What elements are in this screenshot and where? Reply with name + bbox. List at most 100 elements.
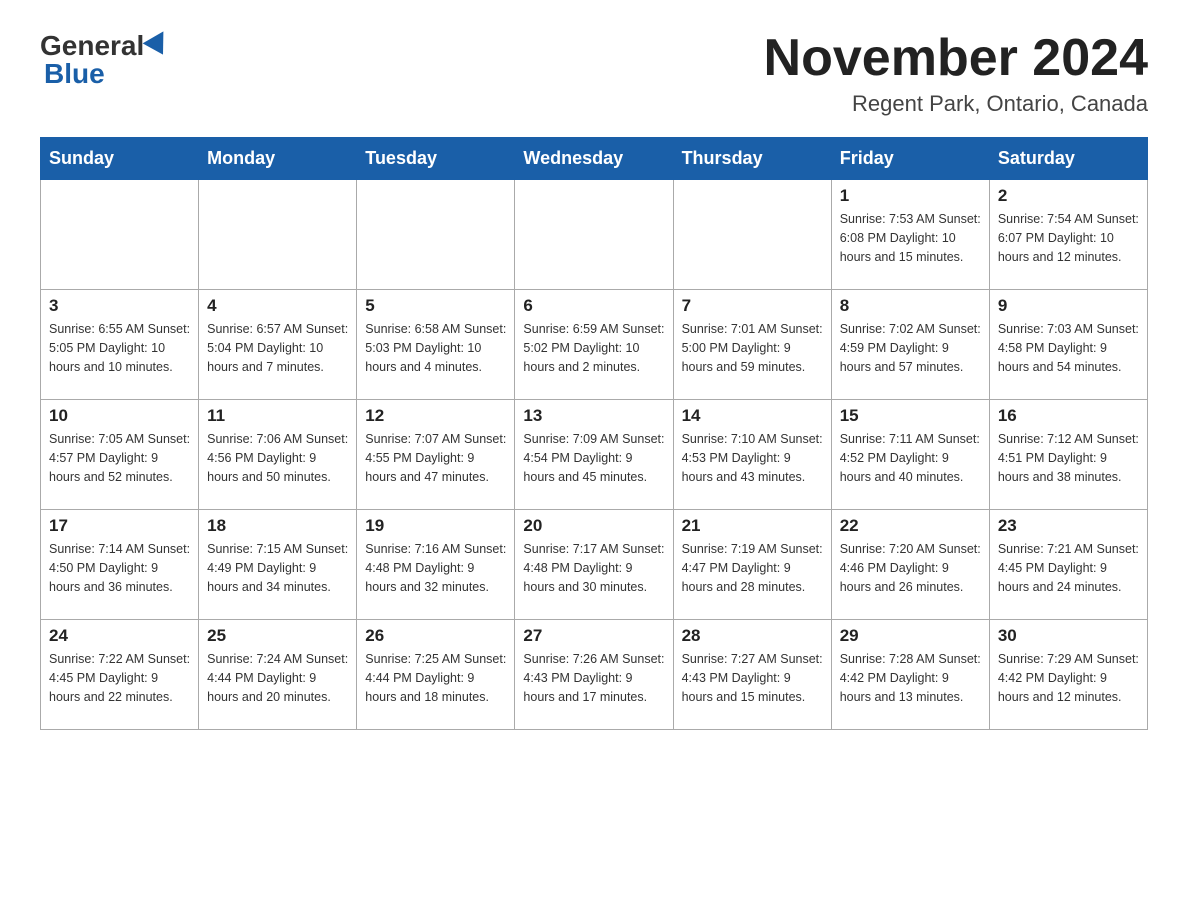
day-info: Sunrise: 7:28 AM Sunset: 4:42 PM Dayligh…: [840, 650, 981, 706]
day-number: 14: [682, 406, 823, 426]
day-number: 20: [523, 516, 664, 536]
day-info: Sunrise: 7:11 AM Sunset: 4:52 PM Dayligh…: [840, 430, 981, 486]
table-row: 28Sunrise: 7:27 AM Sunset: 4:43 PM Dayli…: [673, 620, 831, 730]
table-row: 6 Sunrise: 6:59 AM Sunset: 5:02 PM Daylig…: [515, 290, 673, 400]
table-row: 19 Sunrise: 7:16 AM Sunset: 4:48 PM Dayli…: [357, 510, 515, 620]
day-info: Sunrise: 7:22 AM Sunset: 4:45 PM Dayligh…: [49, 650, 190, 706]
table-row: 12 Sunrise: 7:07 AM Sunset: 4:55 PM Dayli…: [357, 400, 515, 510]
table-row: 29Sunrise: 7:28 AM Sunset: 4:42 PM Dayli…: [831, 620, 989, 730]
day-number: 24: [49, 626, 190, 646]
table-row: 3 Sunrise: 6:55 AM Sunset: 5:05 PM Daylig…: [41, 290, 199, 400]
day-info: Sunrise: 7:53 AM Sunset: 6:08 PM Dayligh…: [840, 210, 981, 266]
day-number: 30: [998, 626, 1139, 646]
table-row: 9 Sunrise: 7:03 AM Sunset: 4:58 PM Daylig…: [989, 290, 1147, 400]
table-row: 15 Sunrise: 7:11 AM Sunset: 4:52 PM Dayli…: [831, 400, 989, 510]
calendar-week-row: 3 Sunrise: 6:55 AM Sunset: 5:05 PM Daylig…: [41, 290, 1148, 400]
day-info: Sunrise: 7:12 AM Sunset: 4:51 PM Dayligh…: [998, 430, 1139, 486]
day-info: Sunrise: 6:55 AM Sunset: 5:05 PM Dayligh…: [49, 320, 190, 376]
day-info: Sunrise: 7:01 AM Sunset: 5:00 PM Dayligh…: [682, 320, 823, 376]
calendar-week-row: 24 Sunrise: 7:22 AM Sunset: 4:45 PM Dayli…: [41, 620, 1148, 730]
day-number: 13: [523, 406, 664, 426]
table-row: [41, 180, 199, 290]
day-info: Sunrise: 7:24 AM Sunset: 4:44 PM Dayligh…: [207, 650, 348, 706]
day-info: Sunrise: 7:03 AM Sunset: 4:58 PM Dayligh…: [998, 320, 1139, 376]
day-info: Sunrise: 7:16 AM Sunset: 4:48 PM Dayligh…: [365, 540, 506, 596]
day-info: Sunrise: 7:14 AM Sunset: 4:50 PM Dayligh…: [49, 540, 190, 596]
day-info: Sunrise: 6:59 AM Sunset: 5:02 PM Dayligh…: [523, 320, 664, 376]
day-number: 12: [365, 406, 506, 426]
col-tuesday: Tuesday: [357, 138, 515, 180]
col-saturday: Saturday: [989, 138, 1147, 180]
col-monday: Monday: [199, 138, 357, 180]
day-number: 19: [365, 516, 506, 536]
table-row: [199, 180, 357, 290]
day-info: Sunrise: 7:05 AM Sunset: 4:57 PM Dayligh…: [49, 430, 190, 486]
table-row: 25 Sunrise: 7:24 AM Sunset: 4:44 PM Dayli…: [199, 620, 357, 730]
logo: General Blue: [40, 30, 172, 90]
day-number: 6: [523, 296, 664, 316]
col-friday: Friday: [831, 138, 989, 180]
table-row: 26Sunrise: 7:25 AM Sunset: 4:44 PM Dayli…: [357, 620, 515, 730]
day-number: 9: [998, 296, 1139, 316]
day-info: Sunrise: 7:54 AM Sunset: 6:07 PM Dayligh…: [998, 210, 1139, 266]
title-section: November 2024 Regent Park, Ontario, Cana…: [764, 30, 1148, 117]
col-thursday: Thursday: [673, 138, 831, 180]
table-row: 17 Sunrise: 7:14 AM Sunset: 4:50 PM Dayli…: [41, 510, 199, 620]
day-info: Sunrise: 6:58 AM Sunset: 5:03 PM Dayligh…: [365, 320, 506, 376]
table-row: 5 Sunrise: 6:58 AM Sunset: 5:03 PM Daylig…: [357, 290, 515, 400]
day-number: 1: [840, 186, 981, 206]
day-number: 18: [207, 516, 348, 536]
day-number: 15: [840, 406, 981, 426]
day-number: 8: [840, 296, 981, 316]
table-row: 23 Sunrise: 7:21 AM Sunset: 4:45 PM Dayli…: [989, 510, 1147, 620]
table-row: 4 Sunrise: 6:57 AM Sunset: 5:04 PM Daylig…: [199, 290, 357, 400]
table-row: 8Sunrise: 7:02 AM Sunset: 4:59 PM Daylig…: [831, 290, 989, 400]
table-row: 10 Sunrise: 7:05 AM Sunset: 4:57 PM Dayli…: [41, 400, 199, 510]
table-row: 20 Sunrise: 7:17 AM Sunset: 4:48 PM Dayli…: [515, 510, 673, 620]
day-info: Sunrise: 7:06 AM Sunset: 4:56 PM Dayligh…: [207, 430, 348, 486]
month-title: November 2024: [764, 30, 1148, 87]
day-info: Sunrise: 7:09 AM Sunset: 4:54 PM Dayligh…: [523, 430, 664, 486]
day-info: Sunrise: 7:20 AM Sunset: 4:46 PM Dayligh…: [840, 540, 981, 596]
table-row: 24 Sunrise: 7:22 AM Sunset: 4:45 PM Dayli…: [41, 620, 199, 730]
day-number: 10: [49, 406, 190, 426]
calendar-header-row: Sunday Monday Tuesday Wednesday Thursday…: [41, 138, 1148, 180]
calendar-week-row: 1 Sunrise: 7:53 AM Sunset: 6:08 PM Daylig…: [41, 180, 1148, 290]
day-number: 23: [998, 516, 1139, 536]
table-row: [515, 180, 673, 290]
table-row: 1 Sunrise: 7:53 AM Sunset: 6:08 PM Daylig…: [831, 180, 989, 290]
calendar-week-row: 17 Sunrise: 7:14 AM Sunset: 4:50 PM Dayli…: [41, 510, 1148, 620]
logo-blue-text: Blue: [44, 58, 105, 89]
page-header: General Blue November 2024 Regent Park, …: [40, 30, 1148, 117]
day-number: 16: [998, 406, 1139, 426]
day-info: Sunrise: 7:21 AM Sunset: 4:45 PM Dayligh…: [998, 540, 1139, 596]
day-number: 25: [207, 626, 348, 646]
day-info: Sunrise: 7:29 AM Sunset: 4:42 PM Dayligh…: [998, 650, 1139, 706]
location-text: Regent Park, Ontario, Canada: [764, 91, 1148, 117]
table-row: 18Sunrise: 7:15 AM Sunset: 4:49 PM Dayli…: [199, 510, 357, 620]
day-info: Sunrise: 7:25 AM Sunset: 4:44 PM Dayligh…: [365, 650, 506, 706]
day-info: Sunrise: 7:26 AM Sunset: 4:43 PM Dayligh…: [523, 650, 664, 706]
col-sunday: Sunday: [41, 138, 199, 180]
table-row: 22Sunrise: 7:20 AM Sunset: 4:46 PM Dayli…: [831, 510, 989, 620]
table-row: 13 Sunrise: 7:09 AM Sunset: 4:54 PM Dayli…: [515, 400, 673, 510]
day-number: 3: [49, 296, 190, 316]
day-info: Sunrise: 7:07 AM Sunset: 4:55 PM Dayligh…: [365, 430, 506, 486]
calendar-table: Sunday Monday Tuesday Wednesday Thursday…: [40, 137, 1148, 730]
table-row: 30 Sunrise: 7:29 AM Sunset: 4:42 PM Dayli…: [989, 620, 1147, 730]
day-info: Sunrise: 6:57 AM Sunset: 5:04 PM Dayligh…: [207, 320, 348, 376]
logo-triangle-icon: [143, 31, 174, 60]
day-number: 5: [365, 296, 506, 316]
table-row: 7 Sunrise: 7:01 AM Sunset: 5:00 PM Daylig…: [673, 290, 831, 400]
day-info: Sunrise: 7:17 AM Sunset: 4:48 PM Dayligh…: [523, 540, 664, 596]
day-number: 2: [998, 186, 1139, 206]
table-row: 27 Sunrise: 7:26 AM Sunset: 4:43 PM Dayli…: [515, 620, 673, 730]
table-row: [357, 180, 515, 290]
table-row: 21Sunrise: 7:19 AM Sunset: 4:47 PM Dayli…: [673, 510, 831, 620]
col-wednesday: Wednesday: [515, 138, 673, 180]
day-number: 7: [682, 296, 823, 316]
day-number: 4: [207, 296, 348, 316]
table-row: 14Sunrise: 7:10 AM Sunset: 4:53 PM Dayli…: [673, 400, 831, 510]
day-number: 17: [49, 516, 190, 536]
day-number: 27: [523, 626, 664, 646]
